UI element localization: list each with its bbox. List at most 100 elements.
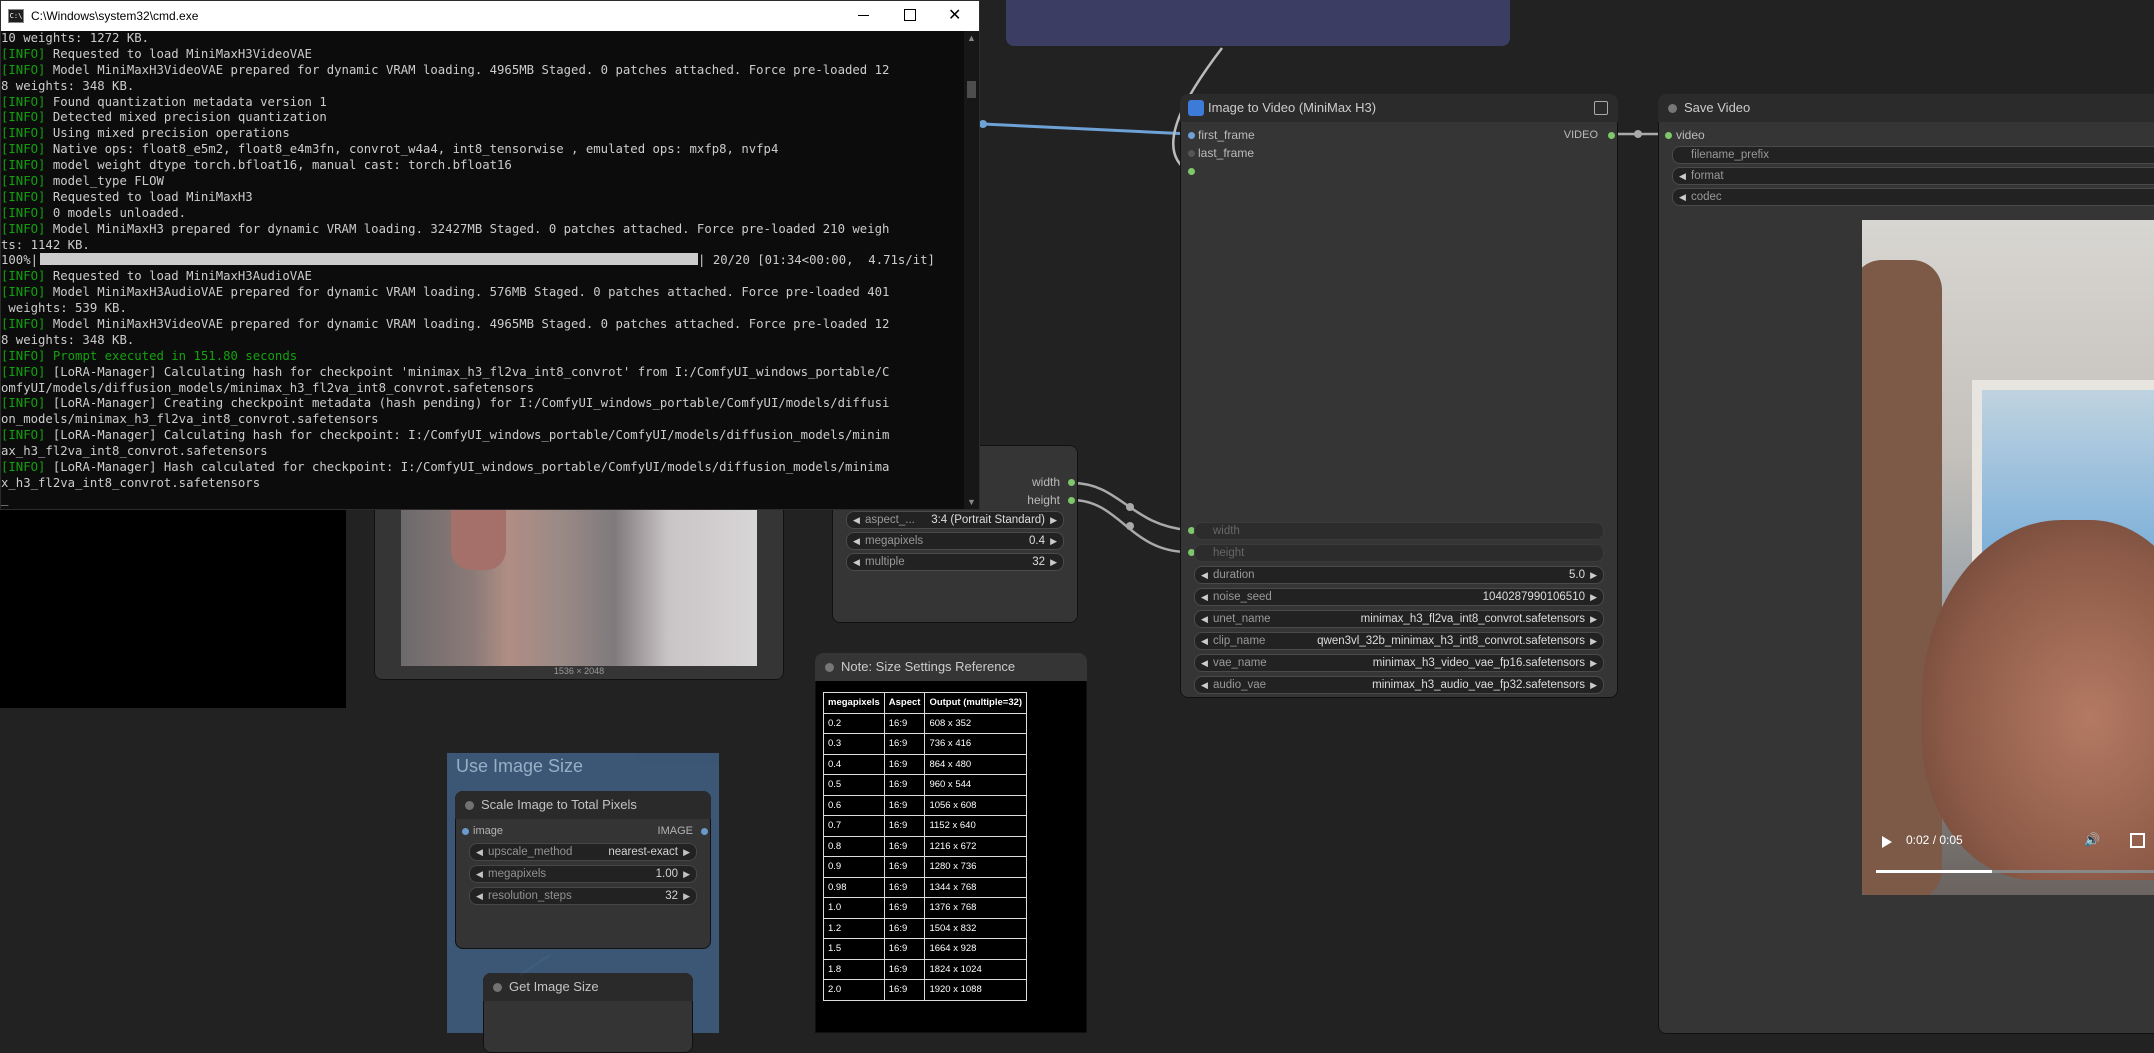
table-cell: 16:9 xyxy=(883,733,926,755)
table-cell: 1.2 xyxy=(823,917,885,939)
table-cell: 608 x 352 xyxy=(924,712,1028,734)
volume-icon[interactable]: 🔊 xyxy=(2084,832,2100,848)
height-converted-widget[interactable]: height xyxy=(1194,544,1604,562)
output-height[interactable]: height xyxy=(1027,492,1060,508)
input-first-frame: first_frame xyxy=(1198,128,1255,142)
width-converted-widget[interactable]: width xyxy=(1194,522,1604,540)
output-width-socket[interactable] xyxy=(1068,479,1075,486)
first-frame-socket[interactable] xyxy=(1188,132,1195,139)
image-input-socket[interactable] xyxy=(462,828,469,835)
video-seekbar[interactable] xyxy=(1876,870,2154,873)
cmd-title-bar[interactable]: C:\ C:\Windows\system32\cmd.exe ✕ xyxy=(1,1,979,31)
scale-image-node[interactable]: Scale Image to Total Pixels image IMAGE … xyxy=(455,791,711,949)
vae-name-widget[interactable]: ◀ vae_name minimax_h3_video_vae_fp16.safet… xyxy=(1194,654,1604,672)
video-input-socket[interactable] xyxy=(1665,132,1672,139)
i2v-title-bar[interactable]: Image to Video (MiniMax H3) xyxy=(1180,94,1618,122)
cmd-window[interactable]: C:\ C:\Windows\system32\cmd.exe ✕ 10 wei… xyxy=(0,0,980,510)
table-header-row: megapixels Aspect Output (multiple=32) xyxy=(823,692,1028,714)
table-cell: 16:9 xyxy=(883,815,926,837)
table-cell: 1280 x 736 xyxy=(924,856,1028,878)
log-line: on_models/minimax_h3_fl2va_int8_convrot.… xyxy=(1,412,379,427)
log-line: [INFO] 0 models unloaded. xyxy=(1,205,187,220)
output-height-socket[interactable] xyxy=(1068,497,1075,504)
table-row: 0.5 16:9 960 x 544 xyxy=(823,774,1028,796)
duration-widget[interactable]: ◀ duration 5.0 ▶ xyxy=(1194,566,1604,584)
save-video-title: Save Video xyxy=(1684,100,1751,115)
close-icon[interactable]: ✕ xyxy=(948,5,961,25)
scroll-up-icon[interactable]: ▲ xyxy=(967,33,976,43)
log-line: [INFO] Detected mixed precision quantiza… xyxy=(1,110,327,125)
collapse-dot[interactable] xyxy=(465,801,474,810)
input-video: video xyxy=(1676,128,1705,142)
maximize-icon[interactable] xyxy=(904,9,916,21)
use-image-size-group[interactable]: Use Image Size Scale Image to Total Pixe… xyxy=(447,753,719,1053)
video-player[interactable]: 0:02 / 0:05 🔊 xyxy=(1862,220,2154,895)
codec-widget[interactable]: ◀ codec xyxy=(1672,188,2154,206)
table-row: 0.7 16:9 1152 x 640 xyxy=(823,815,1028,837)
table-cell: 1920 x 1088 xyxy=(924,979,1028,1001)
table-cell: 1824 x 1024 xyxy=(924,958,1028,980)
scale-megapixels-widget[interactable]: ◀ megapixels 1.00 ▶ xyxy=(469,865,697,883)
table-cell: 1.0 xyxy=(823,897,885,919)
log-line: [INFO] Model MiniMaxH3VideoVAE prepared … xyxy=(1,62,890,77)
cmd-scrollbar[interactable]: ▲ ▼ xyxy=(964,31,979,509)
input-image: image xyxy=(473,825,503,837)
table-cell: 0.3 xyxy=(823,733,885,755)
table-row: 1.2 16:9 1504 x 832 xyxy=(823,917,1028,939)
output-video: VIDEO xyxy=(1563,129,1598,141)
scroll-down-icon[interactable]: ▼ xyxy=(967,497,976,507)
get-image-size-node[interactable]: Get Image Size xyxy=(483,973,693,1053)
collapse-dot[interactable] xyxy=(493,983,502,992)
scale-title-bar[interactable]: Scale Image to Total Pixels xyxy=(455,791,711,819)
save-video-node[interactable]: Save Video video filename_prefix ◀ format… xyxy=(1658,94,2154,1034)
table-cell: 960 x 544 xyxy=(924,774,1028,796)
log-line: [INFO] Model MiniMaxH3VideoVAE prepared … xyxy=(1,317,890,332)
table-cell: 1504 x 832 xyxy=(924,917,1028,939)
log-line: [INFO] Model MiniMaxH3 prepared for dyna… xyxy=(1,221,890,236)
get-size-title-bar[interactable]: Get Image Size xyxy=(483,973,693,1001)
play-icon[interactable] xyxy=(1882,836,1892,848)
resolution-steps-widget[interactable]: ◀ resolution_steps 32 ▶ xyxy=(469,887,697,905)
image-output-socket[interactable] xyxy=(701,828,708,835)
log-line: [INFO] Prompt executed in 151.80 seconds xyxy=(1,348,298,363)
table-row: 1.8 16:9 1824 x 1024 xyxy=(823,958,1028,980)
last-frame-socket[interactable] xyxy=(1188,150,1195,157)
collapse-dot[interactable] xyxy=(1668,104,1677,113)
image-to-video-node[interactable]: Image to Video (MiniMax H3) first_frame … xyxy=(1180,94,1618,698)
minimize-icon[interactable] xyxy=(858,15,869,16)
filename-prefix-widget[interactable]: filename_prefix xyxy=(1672,146,2154,164)
unet-name-widget[interactable]: ◀ unet_name minimax_h3_fl2va_int8_convrot.… xyxy=(1194,610,1604,628)
clip-name-widget[interactable]: ◀ clip_name qwen3vl_32b_minimax_h3_int8_co… xyxy=(1194,632,1604,650)
megapixels-widget[interactable]: ◀ megapixels 0.4 ▶ xyxy=(846,532,1064,550)
log-line: weights: 539 KB. xyxy=(1,301,127,316)
log-line: [INFO] Requested to load MiniMaxH3AudioV… xyxy=(1,269,312,284)
multiple-widget[interactable]: ◀ multiple 32 ▶ xyxy=(846,553,1064,571)
noise-seed-widget[interactable]: ◀ noise_seed 1040287990106510 ▶ xyxy=(1194,588,1604,606)
format-widget[interactable]: ◀ format xyxy=(1672,167,2154,185)
upscale-method-widget[interactable]: ◀ upscale_method nearest-exact ▶ xyxy=(469,843,697,861)
fullscreen-icon[interactable] xyxy=(2130,833,2145,848)
aspect-ratio-widget[interactable]: ◀ aspect_... 3:4 (Portrait Standard) ▶ xyxy=(846,511,1064,529)
table-cell: 1376 x 768 xyxy=(924,897,1028,919)
note-node[interactable]: Note: Size Settings Reference megapixels… xyxy=(815,653,1087,1033)
table-cell: 0.8 xyxy=(823,835,885,857)
expand-icon[interactable] xyxy=(1594,101,1608,115)
note-title-bar[interactable]: Note: Size Settings Reference xyxy=(815,653,1087,681)
table-row: 1.5 16:9 1664 x 928 xyxy=(823,938,1028,960)
table-row: 0.8 16:9 1216 x 672 xyxy=(823,835,1028,857)
table-row: 1.0 16:9 1376 x 768 xyxy=(823,897,1028,919)
save-video-title-bar[interactable]: Save Video xyxy=(1658,94,2154,122)
output-width[interactable]: width xyxy=(1032,474,1060,490)
collapse-dot[interactable] xyxy=(825,663,834,672)
table-header-cell: Output (multiple=32) xyxy=(924,692,1028,714)
log-line: x_h3_fl2va_int8_convrot.safetensors xyxy=(1,475,261,490)
table-cell: 16:9 xyxy=(883,979,926,1001)
scroll-thumb[interactable] xyxy=(967,81,976,98)
log-line: [INFO] model weight dtype torch.bfloat16… xyxy=(1,158,512,173)
audio-vae-widget[interactable]: ◀ audio_vae minimax_h3_audio_vae_fp32.safe… xyxy=(1194,676,1604,694)
log-line: [INFO] [LoRA-Manager] Calculating hash f… xyxy=(1,428,890,443)
extra-input-socket[interactable] xyxy=(1188,168,1195,175)
table-cell: 1344 x 768 xyxy=(924,876,1028,898)
video-output-socket[interactable] xyxy=(1608,132,1615,139)
progress-line: 100%| | 20/20 [01:34<00:00, 4.71s/it] xyxy=(1,253,935,268)
